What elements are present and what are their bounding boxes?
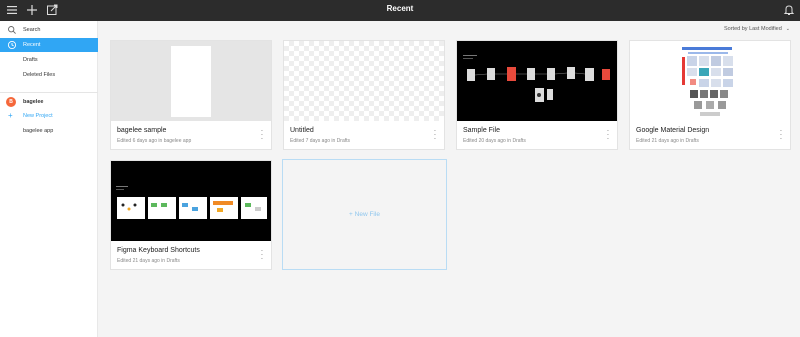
plus-icon[interactable] xyxy=(25,3,39,17)
file-meta: Edited 6 days ago in bagelee app xyxy=(117,138,192,144)
chevron-down-icon: ⌄ xyxy=(785,26,790,32)
sidebar-item-label: Search xyxy=(23,27,41,33)
file-card[interactable]: Sample File Edited 20 days ago in Drafts… xyxy=(456,40,618,150)
file-card[interactable]: Figma Keyboard Shortcuts Edited 21 days … xyxy=(110,160,272,270)
sidebar-item-search[interactable]: Search xyxy=(0,23,98,37)
file-name: bagelee sample xyxy=(117,127,167,134)
sidebar-divider xyxy=(0,92,98,93)
file-meta: Edited 21 days ago in Drafts xyxy=(117,258,180,264)
sidebar-item-deleted[interactable]: Deleted Files xyxy=(0,68,98,82)
new-file-label: + New File xyxy=(283,211,446,218)
team-name[interactable]: bagelee xyxy=(23,99,43,105)
import-icon[interactable] xyxy=(45,3,59,17)
sidebar-item-drafts[interactable]: Drafts xyxy=(0,53,98,67)
file-meta: Edited 7 days ago in Drafts xyxy=(290,138,351,144)
sidebar: Search Recent Drafts Deleted Files B bag… xyxy=(0,21,98,337)
sidebar-item-recent[interactable]: Recent xyxy=(0,38,98,52)
file-thumbnail xyxy=(111,161,271,241)
new-file-button[interactable]: + New File xyxy=(282,159,447,270)
plus-icon: + xyxy=(8,111,13,120)
sort-label: Sorted by Last Modified xyxy=(724,26,782,32)
bell-icon[interactable] xyxy=(782,3,796,17)
more-options-icon[interactable]: · · · xyxy=(259,127,265,143)
more-options-icon[interactable]: · · · xyxy=(778,127,784,143)
file-thumbnail xyxy=(111,41,271,121)
clock-icon xyxy=(7,40,17,50)
top-bar: Recent xyxy=(0,0,800,21)
more-options-icon[interactable]: · · · xyxy=(432,127,438,143)
file-card[interactable]: Google Material Design Edited 21 days ag… xyxy=(629,40,791,150)
sidebar-item-project[interactable]: bagelee app xyxy=(23,128,53,134)
sidebar-item-label: Deleted Files xyxy=(23,72,56,78)
file-meta: Edited 20 days ago in Drafts xyxy=(463,138,526,144)
file-card[interactable]: Untitled Edited 7 days ago in Drafts · · · xyxy=(283,40,445,150)
file-thumbnail xyxy=(284,41,444,121)
file-thumbnail xyxy=(457,41,617,121)
file-name: Google Material Design xyxy=(636,127,710,134)
new-project-button[interactable]: + New Project xyxy=(0,109,98,123)
file-thumbnail xyxy=(630,41,790,121)
plus-icon: + xyxy=(349,211,353,218)
more-options-icon[interactable]: · · · xyxy=(259,247,265,263)
team-avatar[interactable]: B xyxy=(6,97,16,107)
sidebar-item-label: Drafts xyxy=(23,57,38,63)
file-name: Figma Keyboard Shortcuts xyxy=(117,247,200,254)
menu-icon[interactable] xyxy=(5,3,19,17)
new-file-text: New File xyxy=(354,211,380,218)
sidebar-item-label: Recent xyxy=(23,42,41,48)
page-title: Recent xyxy=(386,4,414,13)
search-icon xyxy=(8,26,16,34)
sort-dropdown[interactable]: Sorted by Last Modified ⌄ xyxy=(724,26,790,32)
new-project-label: New Project xyxy=(23,113,53,119)
more-options-icon[interactable]: · · · xyxy=(605,127,611,143)
file-name: Sample File xyxy=(463,127,500,134)
file-name: Untitled xyxy=(290,127,314,134)
file-card[interactable]: bagelee sample Edited 6 days ago in bage… xyxy=(110,40,272,150)
file-meta: Edited 21 days ago in Drafts xyxy=(636,138,699,144)
